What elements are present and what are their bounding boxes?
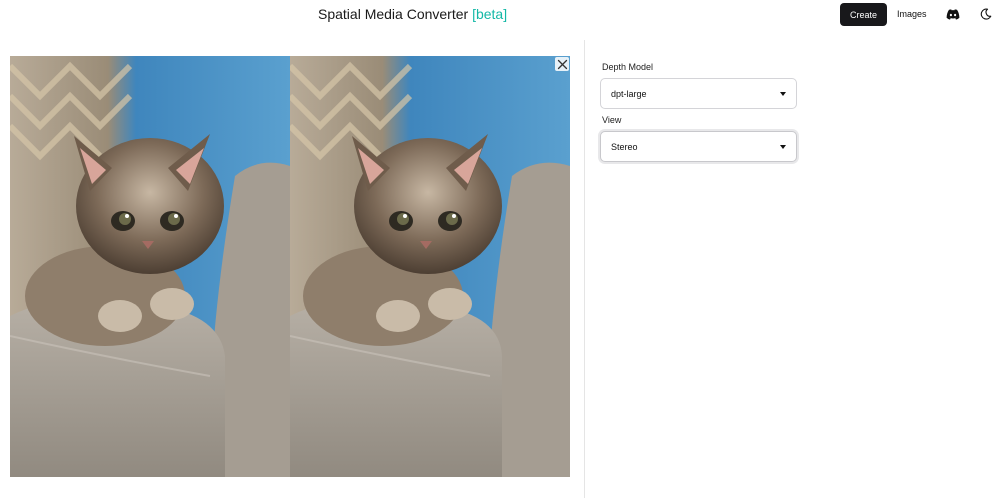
left-eye-image bbox=[10, 56, 290, 477]
view-value: Stereo bbox=[611, 141, 638, 152]
app-title: Spatial Media Converter [beta] bbox=[318, 6, 507, 22]
view-label: View bbox=[602, 115, 622, 125]
images-link[interactable]: Images bbox=[897, 9, 927, 19]
depth-model-value: dpt-large bbox=[611, 88, 647, 99]
caret-down-icon bbox=[780, 144, 786, 149]
close-preview-button[interactable] bbox=[555, 57, 569, 71]
right-eye-image bbox=[290, 56, 570, 477]
discord-icon[interactable] bbox=[946, 9, 960, 20]
close-icon bbox=[557, 59, 567, 69]
create-button[interactable]: Create bbox=[840, 3, 887, 26]
view-select[interactable]: Stereo bbox=[600, 131, 797, 162]
app-title-text: Spatial Media Converter bbox=[318, 6, 469, 22]
top-nav: Spatial Media Converter [beta] Create Im… bbox=[0, 0, 1000, 30]
panel-divider bbox=[584, 40, 585, 498]
depth-model-label: Depth Model bbox=[602, 62, 654, 72]
depth-model-select[interactable]: dpt-large bbox=[600, 78, 797, 109]
caret-down-icon bbox=[780, 91, 786, 96]
beta-tag: [beta] bbox=[472, 6, 508, 22]
stereo-preview bbox=[10, 56, 570, 477]
moon-icon[interactable] bbox=[980, 8, 992, 20]
